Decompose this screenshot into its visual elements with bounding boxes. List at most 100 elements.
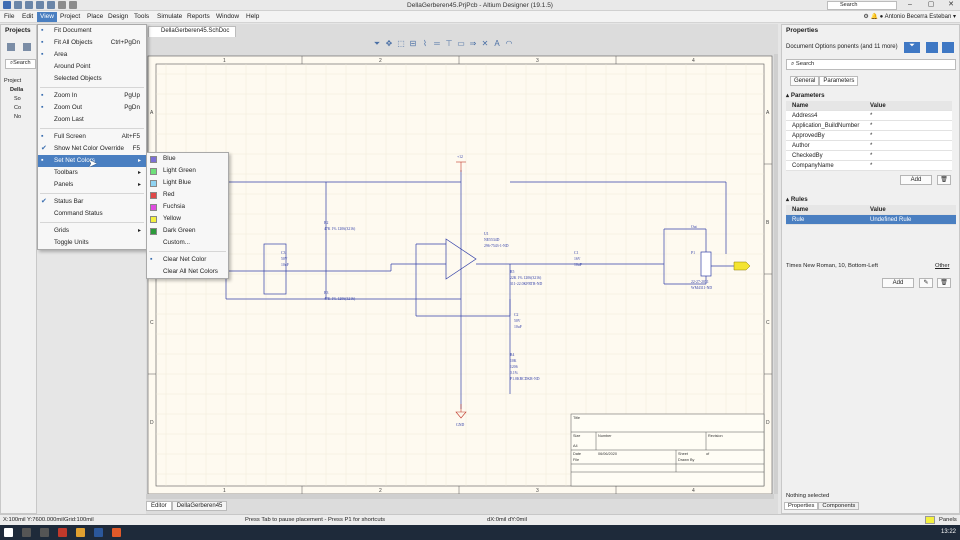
menu-item-zoom-last[interactable]: Zoom Last — [38, 114, 146, 126]
color-item-clear-net-color[interactable]: ▪ Clear Net Color — [147, 254, 228, 266]
menu-item-fit-document[interactable]: ▪ Fit Document — [38, 25, 146, 37]
part-icon[interactable]: ▭ — [456, 39, 466, 49]
color-item-red[interactable]: Red — [147, 189, 228, 201]
color-item-light-blue[interactable]: Light Blue — [147, 177, 228, 189]
bus-icon[interactable]: ═ — [432, 39, 442, 49]
file-explorer-icon[interactable] — [76, 528, 85, 537]
rules-table[interactable]: Name Value Rule Undefined Rule — [786, 205, 956, 225]
text-icon[interactable]: A — [492, 39, 502, 49]
color-item-light-green[interactable]: Light Green — [147, 165, 228, 177]
document-tab[interactable]: DellaGerberen45.SchDoc — [148, 26, 237, 37]
notifications-icon[interactable]: 🔔 — [870, 14, 877, 20]
add-parameter-button[interactable]: Add — [900, 175, 932, 185]
color-item-dark-green[interactable]: Dark Green — [147, 225, 228, 237]
workspace-icon[interactable] — [7, 43, 15, 51]
project-tree[interactable]: Project Della So Co No — [4, 77, 23, 122]
tab-components[interactable]: Components — [818, 502, 860, 510]
color-item-clear-all-net-colors[interactable]: Clear All Net Colors — [147, 266, 228, 278]
menu-item-zoom-out[interactable]: ▪ Zoom Out PgDn — [38, 102, 146, 114]
filter-icon[interactable]: ⏷ — [372, 39, 382, 49]
maximize-button[interactable]: ▢ — [926, 1, 936, 10]
parameters-table[interactable]: Name Value Address4 * Application_BuildNum… — [786, 101, 952, 171]
delete-parameter-icon[interactable]: 🗑 — [937, 175, 951, 185]
task-view-icon[interactable] — [40, 528, 49, 537]
tab-parameters[interactable]: Parameters — [819, 76, 859, 86]
menu-file[interactable]: File — [4, 13, 14, 20]
tree-item[interactable]: So — [4, 95, 23, 104]
tree-item[interactable]: Co — [4, 104, 23, 113]
add-rule-button[interactable]: Add — [882, 278, 914, 288]
other-link[interactable]: Other — [935, 263, 950, 269]
menu-item-command-status[interactable]: Command Status — [38, 208, 146, 220]
doc-name-tab[interactable]: DellaGerberen45 — [171, 501, 228, 511]
settings-icon[interactable]: ⚙ — [863, 14, 868, 20]
table-row[interactable]: Application_BuildNumber * — [786, 121, 952, 131]
color-item-yellow[interactable]: Yellow — [147, 213, 228, 225]
menu-item-fit-all-objects[interactable]: ▪ Fit All Objects Ctrl+PgDn — [38, 37, 146, 49]
altium-icon[interactable] — [112, 528, 121, 537]
color-item-blue[interactable]: Blue — [147, 153, 228, 165]
menu-help[interactable]: Help — [246, 13, 259, 20]
global-search-input[interactable]: Search — [827, 1, 897, 10]
menu-item-area[interactable]: ▪ Area — [38, 49, 146, 61]
user-account[interactable]: ⚙ 🔔 ● Antonio Becerra Esteban ▾ — [863, 13, 956, 20]
menu-item-show-net-color-override[interactable]: ✔ Show Net Color Override F5 — [38, 143, 146, 155]
menu-item-panels[interactable]: Panels ▸ — [38, 179, 146, 191]
select-icon[interactable]: ⬚ — [396, 39, 406, 49]
projects-search-input[interactable]: ⌕Search — [5, 59, 36, 69]
word-icon[interactable] — [94, 528, 103, 537]
edit-rule-icon[interactable]: ✎ — [919, 278, 933, 288]
select-mask-icon[interactable] — [926, 42, 938, 53]
rules-header[interactable]: ▴ Rules — [782, 193, 812, 205]
tree-item[interactable]: No — [4, 113, 23, 122]
delete-rule-icon[interactable]: 🗑 — [937, 278, 951, 288]
search-taskbar-icon[interactable] — [22, 528, 31, 537]
project-options-icon[interactable] — [23, 43, 31, 51]
table-row[interactable]: Address4 * — [786, 111, 952, 121]
tab-general[interactable]: General — [790, 76, 820, 86]
menu-tools[interactable]: Tools — [134, 13, 149, 20]
arc-icon[interactable]: ◠ — [504, 39, 514, 49]
wire-icon[interactable]: ⌇ — [420, 39, 430, 49]
close-button[interactable]: ✕ — [946, 1, 956, 10]
filter-button[interactable]: ⏷ — [904, 42, 920, 53]
menu-item-toggle-units[interactable]: Toggle Units — [38, 237, 146, 249]
panels-button[interactable]: Panels — [939, 517, 957, 523]
menu-item-selected-objects[interactable]: Selected Objects — [38, 73, 146, 85]
menu-simulate[interactable]: Simulate — [157, 13, 182, 20]
windows-start-icon[interactable] — [4, 528, 13, 537]
editor-tab[interactable]: Editor — [146, 501, 172, 511]
color-item-custom[interactable]: Custom... — [147, 237, 228, 249]
move-icon[interactable]: ✥ — [384, 39, 394, 49]
menu-item-full-screen[interactable]: ▪ Full Screen Alt+F5 — [38, 131, 146, 143]
table-row[interactable]: CheckedBy * — [786, 151, 952, 161]
menu-item-around-point[interactable]: Around Point — [38, 61, 146, 73]
tree-item[interactable]: Della — [4, 86, 23, 95]
menu-design[interactable]: Design — [108, 13, 128, 20]
menu-project[interactable]: Project — [60, 13, 80, 20]
tab-properties[interactable]: Properties — [784, 502, 819, 510]
menu-item-status-bar[interactable]: ✔ Status Bar — [38, 196, 146, 208]
menu-place[interactable]: Place — [87, 13, 103, 20]
vertical-scrollbar[interactable] — [774, 54, 778, 494]
menu-view[interactable]: View — [37, 12, 57, 22]
power-icon[interactable]: ⊤ — [444, 39, 454, 49]
color-item-fuchsia[interactable]: Fuchsia — [147, 201, 228, 213]
table-row[interactable]: ApprovedBy * — [786, 131, 952, 141]
no-erc-icon[interactable]: ✕ — [480, 39, 490, 49]
menu-reports[interactable]: Reports — [187, 13, 210, 20]
horizontal-scrollbar[interactable] — [146, 494, 774, 499]
menu-window[interactable]: Window — [216, 13, 239, 20]
port-icon[interactable]: ⇒ — [468, 39, 478, 49]
parameters-header[interactable]: ▴ Parameters — [782, 89, 829, 101]
schematic-sheet[interactable]: 1 2 3 4 1 2 3 4 A B C D A B C D — [146, 54, 774, 496]
deselect-icon[interactable] — [942, 42, 954, 53]
tree-item[interactable]: Project — [4, 77, 23, 86]
table-row[interactable]: CompanyName * — [786, 161, 952, 171]
menu-item-grids[interactable]: Grids ▸ — [38, 225, 146, 237]
panels-indicator-icon[interactable] — [925, 516, 935, 524]
table-row[interactable]: Author * — [786, 141, 952, 151]
font-info[interactable]: Times New Roman, 10, Bottom-Left — [786, 263, 878, 269]
menu-edit[interactable]: Edit — [22, 13, 33, 20]
minimize-button[interactable]: – — [905, 1, 915, 10]
